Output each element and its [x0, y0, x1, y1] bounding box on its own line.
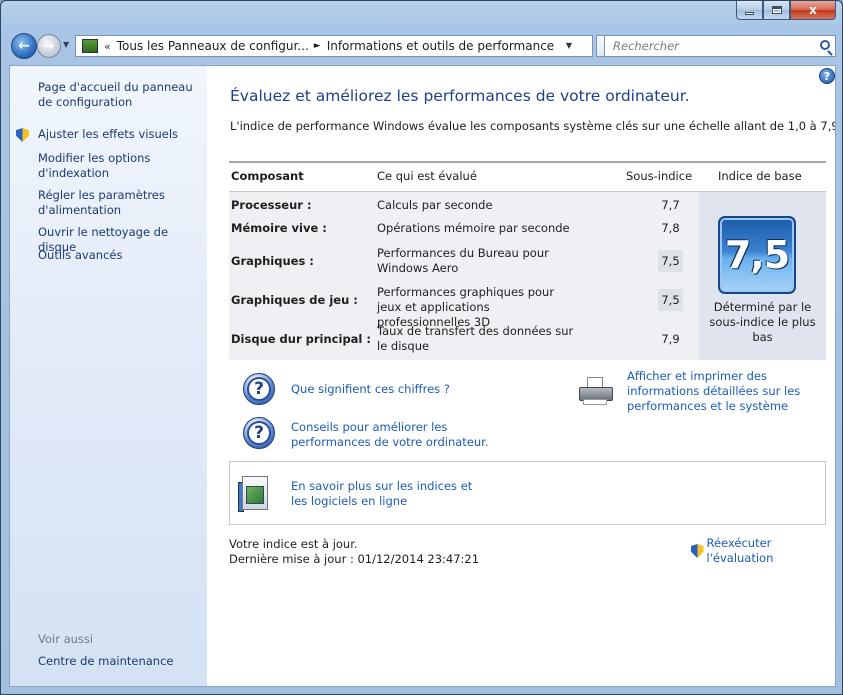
sidebar-item-advanced-tools[interactable]: Outils avancés: [38, 248, 203, 263]
intro-text: L'indice de performance Windows évalue l…: [230, 119, 836, 133]
content-pane: ? Évaluez et améliorez les performances …: [207, 66, 836, 686]
question-icon: ?: [243, 417, 275, 449]
address-bar[interactable]: « Tous les Panneaux de configur... ► Inf…: [75, 35, 593, 57]
view-print-details-link[interactable]: Afficher et imprimer des informations dé…: [627, 369, 832, 414]
sidebar-item-action-center[interactable]: Centre de maintenance: [38, 654, 203, 669]
subscore-value: 7,8: [661, 221, 680, 235]
sidebar-item-visual-effects[interactable]: Ajuster les effets visuels: [38, 127, 203, 142]
what-scores-mean-link[interactable]: Que signifient ces chiffres ?: [291, 382, 450, 397]
minimize-icon: [745, 11, 754, 15]
breadcrumb-performance[interactable]: Informations et outils de performance: [327, 39, 554, 53]
learn-more-online-link[interactable]: En savoir plus sur les indices et les lo…: [291, 479, 491, 509]
question-icon: ?: [243, 373, 275, 405]
column-header-subscore: Sous-indice: [626, 169, 693, 183]
table-top-divider: [229, 161, 826, 163]
component-description: Opérations mémoire par seconde: [377, 221, 570, 235]
subscore-value: 7,5: [658, 289, 683, 311]
see-also-heading: Voir aussi: [38, 632, 94, 646]
client-area: Page d'accueil du panneau de configurati…: [9, 65, 836, 687]
last-update-timestamp: Dernière mise à jour : 01/12/2014 23:47:…: [229, 552, 480, 566]
rerun-assessment-label[interactable]: Réexécuter l'évaluation: [707, 536, 835, 566]
address-overflow-chevron[interactable]: «: [104, 40, 111, 53]
component-label: Disque dur principal :: [231, 332, 371, 346]
component-description: Taux de transfert des données sur le dis…: [377, 324, 574, 353]
component-label: Processeur :: [231, 198, 312, 212]
subscore-value: 7,5: [658, 250, 683, 272]
subscore-value: 7,7: [661, 198, 680, 212]
address-dropdown-icon[interactable]: ▼: [566, 41, 572, 50]
base-score-panel: 7,5 Déterminé par le sous-indice le plus…: [699, 192, 826, 360]
subscore-value: 7,9: [661, 332, 680, 346]
column-header-component: Composant: [231, 169, 304, 183]
component-description: Calculs par seconde: [377, 198, 493, 212]
breadcrumb-all-control-panel[interactable]: Tous les Panneaux de configur...: [117, 39, 309, 53]
window-frame: x ← → ▼ « Tous les Panneaux de configur.…: [0, 0, 843, 695]
sidebar-item-control-panel-home[interactable]: Page d'accueil du panneau de configurati…: [38, 80, 203, 110]
column-header-evaluated: Ce qui est évalué: [377, 169, 477, 183]
search-input[interactable]: Rechercher: [613, 39, 679, 53]
component-label: Graphiques :: [231, 254, 314, 268]
rerun-assessment-button[interactable]: Réexécuter l'évaluation: [691, 536, 835, 566]
control-panel-icon: [82, 39, 98, 53]
forward-arrow-icon: →: [43, 38, 55, 54]
component-label: Mémoire vive :: [231, 221, 327, 235]
forward-button[interactable]: →: [37, 34, 61, 58]
uac-shield-icon: [691, 544, 704, 558]
search-box[interactable]: Rechercher: [604, 35, 836, 57]
task-pane: Page d'accueil du panneau de configurati…: [10, 66, 207, 686]
close-icon: x: [809, 3, 817, 17]
score-status: Votre indice est à jour.: [229, 537, 358, 551]
improve-performance-tips-link[interactable]: Conseils pour améliorer les performances…: [291, 420, 521, 450]
printer-icon: [579, 377, 613, 407]
caption-buttons: x: [736, 1, 836, 21]
base-score-badge: 7,5: [718, 216, 796, 294]
breadcrumb-separator-icon[interactable]: ►: [314, 41, 321, 51]
component-description: Performances du Bureau pour Windows Aero: [377, 246, 549, 275]
help-icon[interactable]: ?: [819, 68, 835, 84]
back-button[interactable]: ←: [11, 33, 37, 59]
maximize-button[interactable]: [763, 1, 790, 20]
base-score-note: Déterminé par le sous-indice le plus bas: [709, 300, 816, 344]
uac-shield-icon: [16, 128, 29, 142]
recent-pages-dropdown-icon[interactable]: ▼: [63, 40, 69, 49]
online-info-box: En savoir plus sur les indices et les lo…: [229, 461, 826, 525]
search-icon[interactable]: [820, 40, 830, 50]
page-title: Évaluez et améliorez les performances de…: [230, 87, 690, 105]
maximize-icon: [771, 6, 782, 14]
back-arrow-icon: ←: [18, 38, 30, 54]
sidebar-item-power-settings[interactable]: Régler les paramètres d'alimentation: [38, 188, 203, 218]
software-box-icon: [238, 476, 272, 514]
column-header-basescore: Indice de base: [718, 169, 802, 183]
base-score-value: 7,5: [724, 233, 790, 277]
minimize-button[interactable]: [736, 1, 763, 20]
navigation-bar: ← → ▼ « Tous les Panneaux de configur...…: [9, 31, 836, 59]
component-label: Graphiques de jeu :: [231, 293, 358, 307]
close-button[interactable]: x: [790, 1, 836, 20]
sidebar-item-indexing-options[interactable]: Modifier les options d'indexation: [38, 151, 203, 181]
